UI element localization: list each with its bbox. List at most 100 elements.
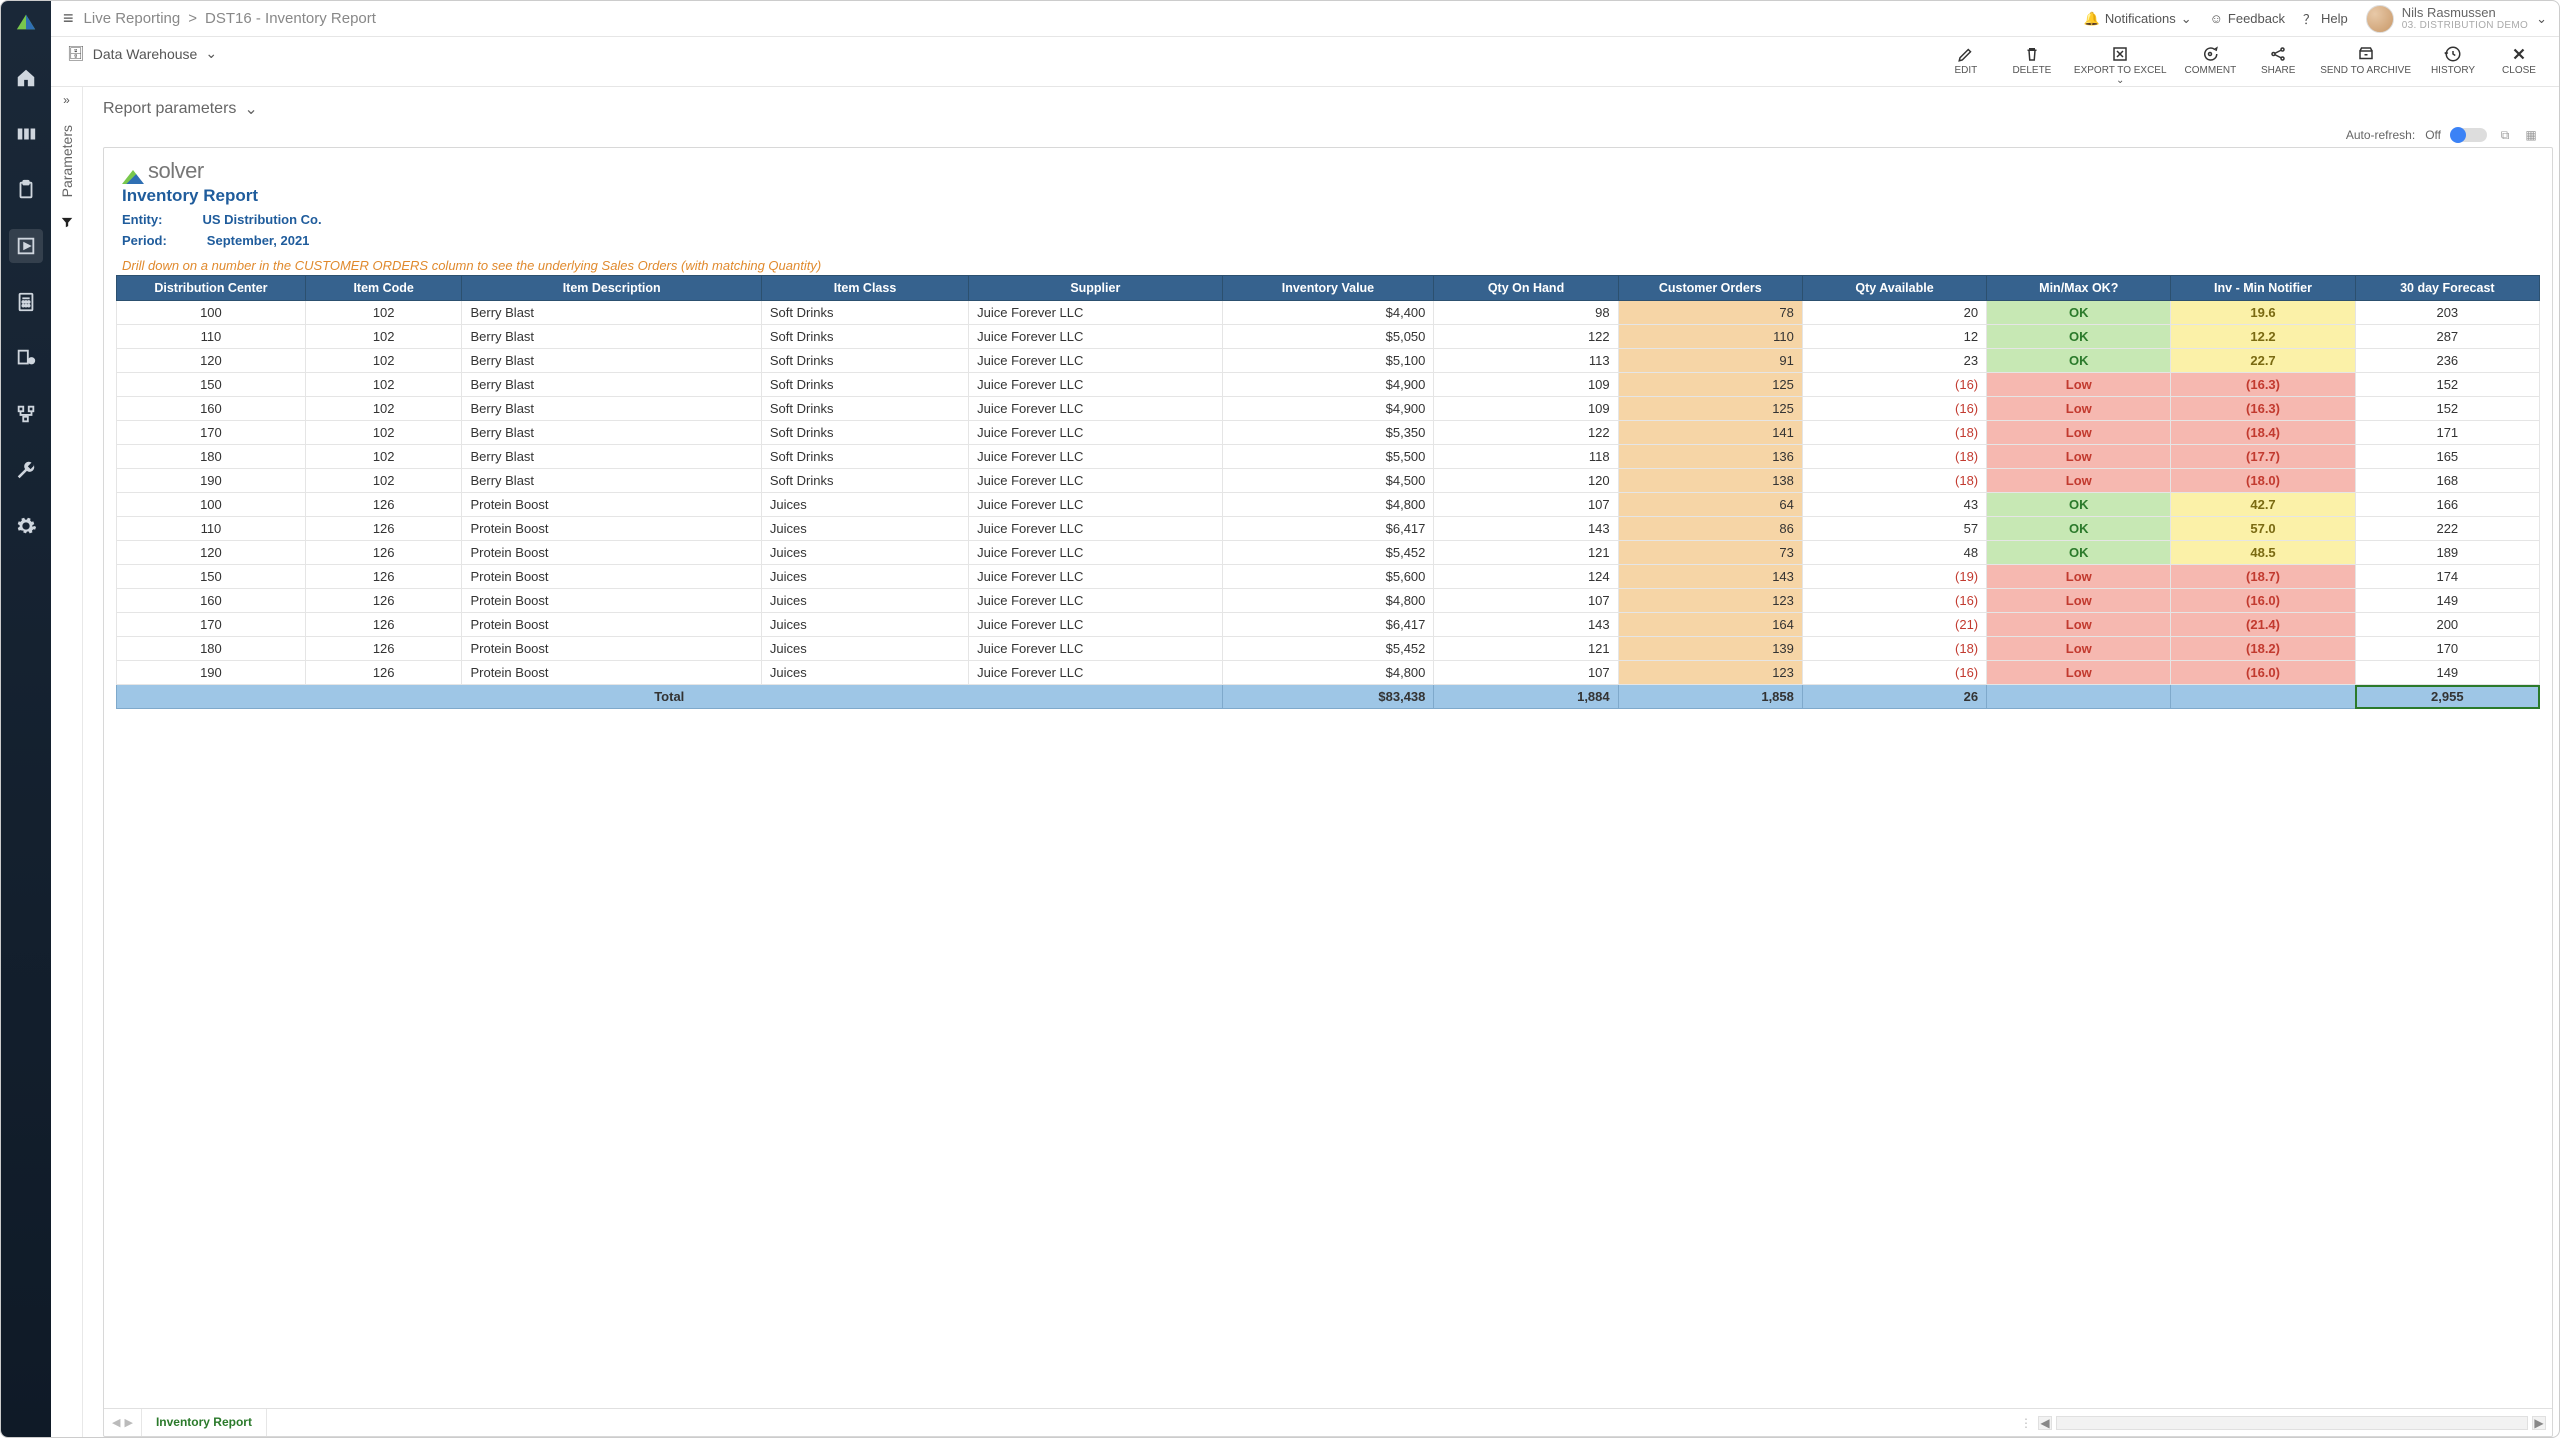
cell-value[interactable]: $5,452 [1222,637,1434,661]
notifications-menu[interactable]: 🔔 Notifications ⌄ [2084,11,2192,27]
send-archive-button[interactable]: SEND TO ARCHIVE [2320,45,2411,86]
cell-cust-orders[interactable]: 123 [1618,589,1802,613]
tab-prev-icon[interactable]: ◀ [112,1416,120,1429]
cell-available[interactable]: 12 [1802,325,1986,349]
cell-notifier[interactable]: (18.2) [2171,637,2355,661]
cell-qoh[interactable]: 107 [1434,493,1618,517]
cell-forecast[interactable]: 170 [2355,637,2539,661]
cell-qoh[interactable]: 143 [1434,613,1618,637]
cell-class[interactable]: Soft Drinks [761,301,968,325]
col-supplier[interactable]: Supplier [969,276,1222,301]
cell-supplier[interactable]: Juice Forever LLC [969,301,1222,325]
cell-dc[interactable]: 160 [117,589,306,613]
cell-desc[interactable]: Protein Boost [462,493,761,517]
cell-code[interactable]: 126 [305,637,462,661]
cell-supplier[interactable]: Juice Forever LLC [969,493,1222,517]
cell-forecast[interactable]: 168 [2355,469,2539,493]
cell-code[interactable]: 126 [305,589,462,613]
cell-desc[interactable]: Protein Boost [462,661,761,685]
cell-code[interactable]: 126 [305,661,462,685]
workflow-icon[interactable] [9,397,43,431]
cell-minmax[interactable]: OK [1987,301,2171,325]
cell-desc[interactable]: Protein Boost [462,517,761,541]
cell-qoh[interactable]: 124 [1434,565,1618,589]
cell-available[interactable]: (21) [1802,613,1986,637]
cell-forecast[interactable]: 203 [2355,301,2539,325]
cell-desc[interactable]: Berry Blast [462,301,761,325]
cell-notifier[interactable]: (21.4) [2171,613,2355,637]
col-item-desc[interactable]: Item Description [462,276,761,301]
edit-button[interactable]: EDIT [1942,45,1990,86]
cell-available[interactable]: (16) [1802,397,1986,421]
cell-notifier[interactable]: (18.7) [2171,565,2355,589]
cell-value[interactable]: $5,452 [1222,541,1434,565]
cell-notifier[interactable]: 22.7 [2171,349,2355,373]
cell-minmax[interactable]: OK [1987,493,2171,517]
cell-code[interactable]: 126 [305,541,462,565]
cell-notifier[interactable]: (16.3) [2171,397,2355,421]
cell-value[interactable]: $4,800 [1222,661,1434,685]
cell-minmax[interactable]: Low [1987,421,2171,445]
cell-dc[interactable]: 110 [117,325,306,349]
cell-class[interactable]: Soft Drinks [761,397,968,421]
cell-minmax[interactable]: OK [1987,541,2171,565]
cell-forecast[interactable]: 222 [2355,517,2539,541]
cell-cust-orders[interactable]: 110 [1618,325,1802,349]
popout-icon[interactable]: ⧉ [2497,127,2513,143]
cell-class[interactable]: Juices [761,565,968,589]
cell-dc[interactable]: 190 [117,469,306,493]
cell-supplier[interactable]: Juice Forever LLC [969,421,1222,445]
scroll-right-icon[interactable]: ▶ [2532,1416,2546,1430]
cell-available[interactable]: (18) [1802,637,1986,661]
horizontal-scrollbar[interactable]: ◀ ▶ [2032,1409,2552,1436]
cell-forecast[interactable]: 149 [2355,661,2539,685]
cell-dc[interactable]: 170 [117,613,306,637]
cell-notifier[interactable]: 19.6 [2171,301,2355,325]
cell-qoh[interactable]: 122 [1434,421,1618,445]
cell-desc[interactable]: Berry Blast [462,421,761,445]
cell-dc[interactable]: 170 [117,421,306,445]
cell-desc[interactable]: Protein Boost [462,613,761,637]
cell-forecast[interactable]: 149 [2355,589,2539,613]
cell-forecast[interactable]: 165 [2355,445,2539,469]
cell-qoh[interactable]: 113 [1434,349,1618,373]
cell-supplier[interactable]: Juice Forever LLC [969,373,1222,397]
cell-qoh[interactable]: 118 [1434,445,1618,469]
cell-class[interactable]: Juices [761,589,968,613]
gear-icon[interactable] [9,509,43,543]
cell-desc[interactable]: Protein Boost [462,541,761,565]
col-item-class[interactable]: Item Class [761,276,968,301]
grid-options-icon[interactable]: ▦ [2523,127,2539,143]
cell-value[interactable]: $5,100 [1222,349,1434,373]
cell-notifier[interactable]: 42.7 [2171,493,2355,517]
cell-available[interactable]: (16) [1802,661,1986,685]
cell-value[interactable]: $6,417 [1222,613,1434,637]
cell-desc[interactable]: Berry Blast [462,397,761,421]
cell-value[interactable]: $4,400 [1222,301,1434,325]
menu-toggle-icon[interactable]: ≡ [63,8,74,29]
report-parameters-toggle[interactable]: Report parameters ⌄ [103,99,2559,119]
cell-code[interactable]: 126 [305,493,462,517]
home-icon[interactable] [9,61,43,95]
cell-cust-orders[interactable]: 139 [1618,637,1802,661]
cell-forecast[interactable]: 287 [2355,325,2539,349]
cell-notifier[interactable]: 57.0 [2171,517,2355,541]
tools-icon[interactable] [9,453,43,487]
cell-available[interactable]: 57 [1802,517,1986,541]
col-forecast[interactable]: 30 day Forecast [2355,276,2539,301]
cell-class[interactable]: Soft Drinks [761,349,968,373]
cell-code[interactable]: 126 [305,517,462,541]
cell-class[interactable]: Soft Drinks [761,469,968,493]
cell-available[interactable]: 43 [1802,493,1986,517]
cell-dc[interactable]: 120 [117,541,306,565]
cell-minmax[interactable]: OK [1987,517,2171,541]
data-source-picker[interactable]: 🗄 Data Warehouse ⌄ [67,45,217,62]
cell-code[interactable]: 102 [305,421,462,445]
scroll-left-icon[interactable]: ◀ [2038,1416,2052,1430]
cell-forecast[interactable]: 152 [2355,397,2539,421]
cell-desc[interactable]: Berry Blast [462,325,761,349]
user-menu[interactable]: Nils Rasmussen 03. DISTRIBUTION DEMO ⌄ [2366,5,2547,33]
cell-desc[interactable]: Berry Blast [462,349,761,373]
cell-minmax[interactable]: Low [1987,445,2171,469]
cell-desc[interactable]: Protein Boost [462,565,761,589]
